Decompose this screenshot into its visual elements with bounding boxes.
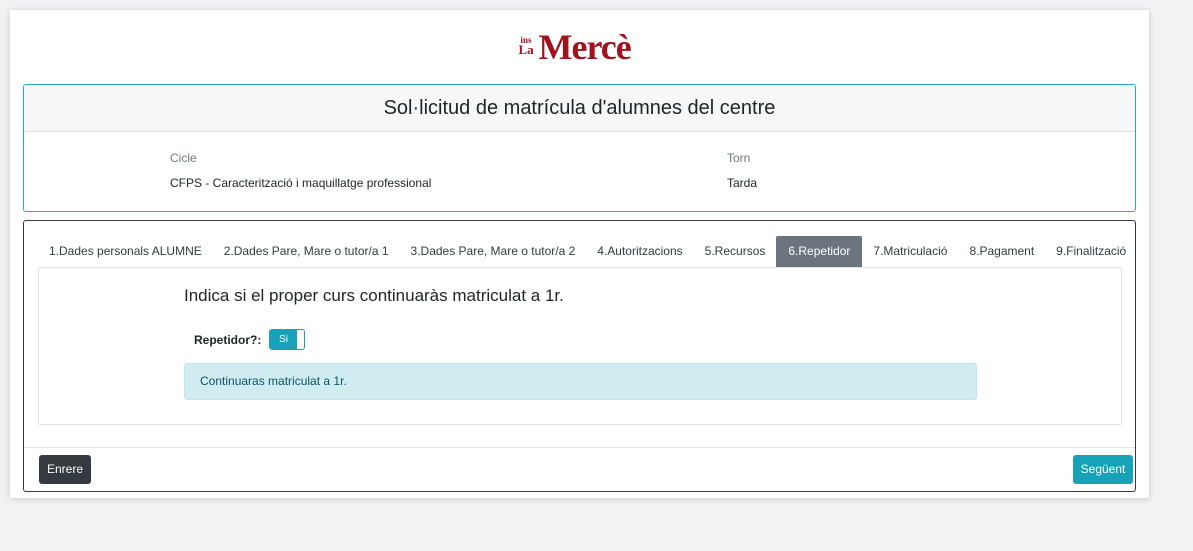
tab-recursos[interactable]: 5.Recursos xyxy=(694,236,777,267)
repetidor-toggle[interactable]: Si xyxy=(269,329,305,350)
enrollment-info-card: Sol·licitud de matrícula d'alumnes del c… xyxy=(23,84,1136,212)
repetidor-label: Repetidor?: xyxy=(194,333,262,347)
tab-pagament[interactable]: 8.Pagament xyxy=(958,236,1045,267)
logo-text-main: Mercè xyxy=(538,27,632,67)
page-title: Sol·licitud de matrícula d'alumnes del c… xyxy=(24,85,1135,132)
page-card: ins La Mercè Sol·licitud de matrícula d'… xyxy=(10,10,1149,498)
torn-label: Torn xyxy=(727,151,751,165)
tab-panel-repetidor: Indica si el proper curs continuaràs mat… xyxy=(38,267,1122,425)
repetidor-question: Indica si el proper curs continuaràs mat… xyxy=(184,286,564,305)
back-button[interactable]: Enrere xyxy=(39,455,91,484)
wizard-card: 1.Dades personals ALUMNE 2.Dades Pare, Ma… xyxy=(23,220,1136,492)
footer-divider xyxy=(24,447,1135,448)
cicle-label: Cicle xyxy=(170,151,197,165)
tab-matriculaci[interactable]: 7.Matriculació xyxy=(862,236,958,267)
cicle-value: CFPS - Caracterització i maquillatge pro… xyxy=(170,176,432,190)
next-button[interactable]: Següent xyxy=(1073,455,1133,484)
info-alert: Continuaras matriculat a 1r. xyxy=(184,363,977,400)
school-logo: ins La Mercè xyxy=(10,22,1149,72)
wizard-tabs: 1.Dades personals ALUMNE 2.Dades Pare, Ma… xyxy=(38,236,1137,267)
torn-value: Tarda xyxy=(727,176,758,190)
tab-autoritzacions[interactable]: 4.Autoritzacions xyxy=(586,236,693,267)
tab-finalitzaci[interactable]: 9.Finalització xyxy=(1045,236,1137,267)
tab-dades-pare-mare-o-tutor-a-2[interactable]: 3.Dades Pare, Mare o tutor/a 2 xyxy=(400,236,587,267)
tab-dades-pare-mare-o-tutor-a-1[interactable]: 2.Dades Pare, Mare o tutor/a 1 xyxy=(213,236,400,267)
tab-dades-personals-alumne[interactable]: 1.Dades personals ALUMNE xyxy=(38,236,213,267)
tab-repetidor[interactable]: 6.Repetidor xyxy=(776,236,863,267)
logo-text-small-2: La xyxy=(518,42,534,57)
toggle-on-label: Si xyxy=(270,330,297,349)
